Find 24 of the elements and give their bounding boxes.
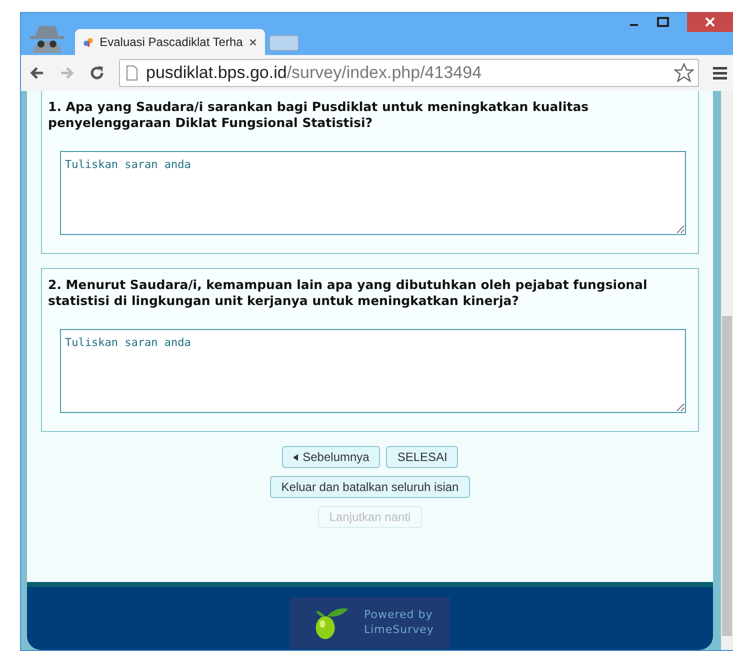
scrollbar[interactable] [721, 91, 733, 650]
page-icon [126, 65, 138, 81]
powered-by-text: Powered by [364, 607, 434, 622]
answer-box[interactable]: Tuliskan saran anda [60, 329, 686, 413]
browser-tab[interactable]: Evaluasi Pascadiklat Terha × [75, 29, 265, 55]
tab-close-button[interactable]: × [248, 34, 257, 50]
caret-icon [292, 454, 298, 460]
question-text: 1. Apa yang Saudara/i sarankan bagi Pusdiklat untuk meningkatkan kualitas penyelenggaraan Diklat Fungsional Statistisi? [48, 99, 590, 131]
nav-button[interactable]: SELESAI [386, 446, 458, 468]
close-icon [705, 17, 715, 27]
nav-button[interactable]: Sebelumnya [282, 446, 380, 468]
answer-box[interactable]: Tuliskan saran anda [60, 151, 686, 235]
brand-name: LimeSurvey [364, 622, 434, 637]
tab-title: Evaluasi Pascadiklat Terha [100, 35, 243, 49]
maximize-icon[interactable] [657, 17, 669, 27]
incognito-icon [27, 23, 67, 53]
bookmark-star-icon[interactable] [674, 63, 694, 83]
menu-icon[interactable] [713, 66, 727, 80]
nav-button[interactable]: Keluar dan batalkan seluruh isian [270, 476, 470, 498]
close-button[interactable] [687, 12, 733, 32]
address-bar[interactable]: pusdiklat.bps.go.id/survey/index.php/413494 [119, 59, 699, 87]
back-icon[interactable] [29, 65, 45, 81]
reload-icon[interactable] [89, 65, 105, 81]
question-text: 2. Menurut Saudara/i, kemampuan lain apa yang dibutuhkan oleh pejabat fungsional statistisi di lingkungan unit kerjanya untuk meningkatkan kinerja? [48, 277, 648, 309]
